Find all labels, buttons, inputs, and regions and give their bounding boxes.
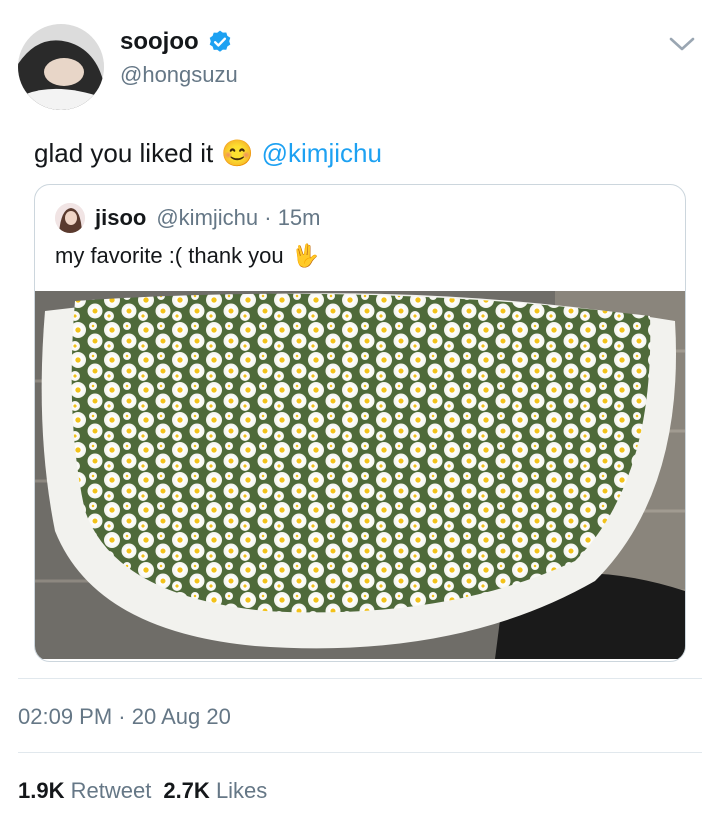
smile-emoji-icon: 😊 (221, 138, 254, 168)
divider (18, 678, 702, 679)
quoted-avatar-photo-icon (55, 203, 85, 233)
quoted-tweet-text: my favorite :( thank you 🖖 (55, 243, 319, 269)
quoted-tweet-body: my favorite :( thank you (55, 243, 284, 268)
verified-badge-icon (209, 30, 230, 52)
tweet-body: glad you liked it (34, 138, 214, 168)
retweet-stat[interactable]: 1.9K Retweet (18, 778, 151, 804)
retweet-label: Retweet (70, 778, 152, 803)
quoted-tweet-card[interactable]: jisoo @kimjichu · 15m my favorite :( tha… (34, 184, 686, 662)
tweet-mention-link[interactable]: @kimjichu (262, 138, 382, 169)
quoted-author-name: jisoo (95, 205, 147, 230)
retweet-count: 1.9K (18, 778, 65, 803)
likes-label: Likes (215, 778, 268, 803)
author-info: soojoo @hongsuzu (120, 28, 238, 88)
divider (18, 752, 702, 753)
likes-count: 2.7K (163, 778, 210, 803)
vulcan-salute-emoji-icon: 🖖 (291, 243, 320, 268)
chevron-down-icon[interactable] (668, 34, 696, 54)
quoted-tweet-header: jisoo @kimjichu · 15m (55, 203, 320, 233)
likes-stat[interactable]: 2.7K Likes (163, 778, 267, 804)
tweet-stats: 1.9K Retweet 2.7K Likes (18, 778, 267, 804)
quoted-author-avatar (55, 203, 85, 233)
quoted-author-meta: @kimjichu · 15m (156, 205, 321, 230)
tweet-timestamp[interactable]: 02:09 PM · 20 Aug 20 (18, 704, 231, 730)
daisy-bouquet-photo[interactable] (35, 291, 685, 659)
avatar-photo-icon (18, 24, 104, 110)
author-handle[interactable]: @hongsuzu (120, 62, 238, 88)
tweet-text: glad you liked it 😊 @kimjichu (34, 138, 382, 169)
author-avatar[interactable] (18, 24, 104, 110)
author-display-name[interactable]: soojoo (120, 28, 199, 56)
